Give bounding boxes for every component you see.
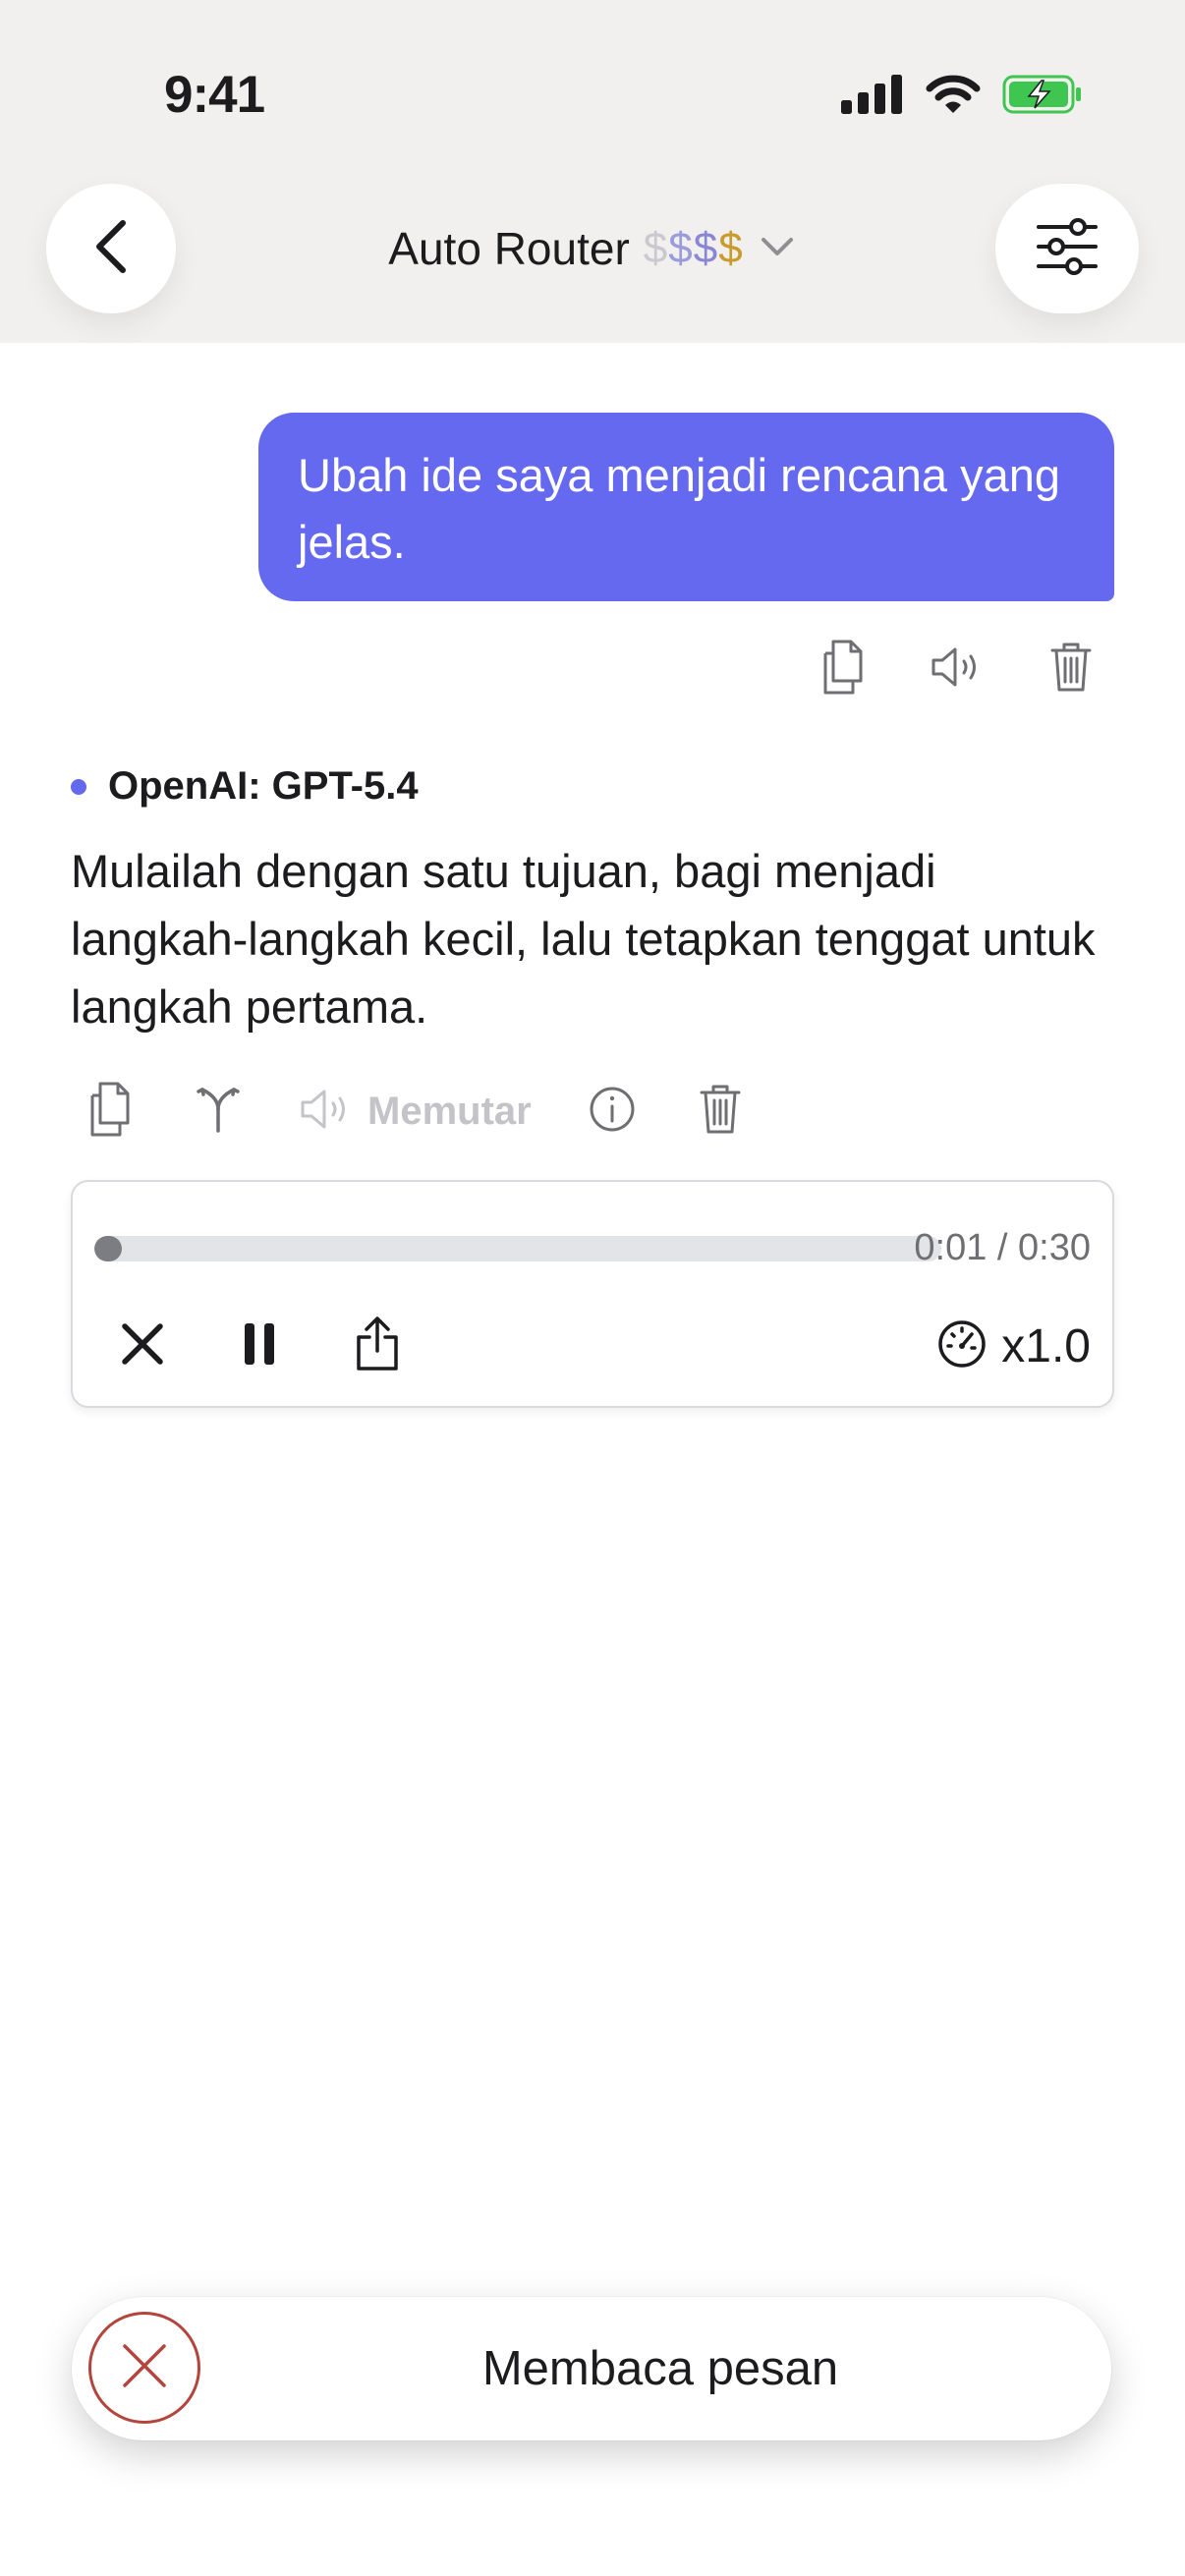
playback-time: 0:01 / 0:30: [914, 1227, 1091, 1268]
audio-player: 0:01 / 0:30 x1.0: [71, 1180, 1114, 1408]
copy-icon: [85, 1080, 136, 1144]
speaker-icon: [930, 645, 985, 694]
assistant-message-text: Mulailah dengan satu tujuan, bagi menjad…: [71, 845, 1096, 1033]
close-player-button[interactable]: [108, 1312, 177, 1380]
sliders-icon: [1035, 217, 1100, 281]
model-label-row: OpenAI: GPT-5.4: [71, 764, 419, 809]
copy-button[interactable]: [83, 1081, 138, 1142]
delete-button[interactable]: [693, 1081, 748, 1142]
playback-progress-fill: [94, 1236, 123, 1261]
wifi-icon: [926, 75, 981, 119]
chat-screen: 9:41 Auto Router $$$$ Ubah ide saya menj…: [0, 0, 1185, 2576]
speaker-icon: [299, 1088, 354, 1136]
close-icon: [119, 2340, 170, 2396]
delete-button[interactable]: [1044, 639, 1099, 700]
model-dot: [71, 778, 86, 795]
playback-progress-bar[interactable]: [94, 1236, 941, 1261]
playing-status[interactable]: Memutar: [299, 1088, 532, 1136]
playback-speed-button[interactable]: x1.0: [936, 1312, 1091, 1380]
top-bar: 9:41 Auto Router $$$$: [0, 0, 1185, 343]
info-icon: [588, 1085, 637, 1139]
branch-button[interactable]: [191, 1081, 246, 1142]
toast-label: Membaca pesan: [481, 2342, 839, 2395]
price-indicator: $$$$: [643, 224, 744, 272]
header-title: Auto Router: [388, 223, 630, 274]
stop-reading-button[interactable]: [88, 2312, 200, 2424]
close-icon: [120, 1321, 165, 1372]
copy-button[interactable]: [816, 639, 871, 700]
playback-speed-label: x1.0: [1001, 1319, 1091, 1372]
user-message-actions: [816, 639, 1099, 700]
model-name: OpenAI: GPT-5.4: [108, 764, 419, 808]
assistant-message-actions: Memutar: [83, 1081, 801, 1142]
chevron-down-icon: [758, 232, 797, 266]
pause-icon: [243, 1321, 276, 1372]
cellular-signal-icon: [841, 75, 904, 119]
pause-button[interactable]: [225, 1312, 294, 1380]
status-time: 9:41: [164, 66, 265, 124]
playing-label: Memutar: [367, 1089, 532, 1133]
reading-status-toast: Membaca pesan: [72, 2297, 1111, 2440]
speak-button[interactable]: [930, 639, 985, 700]
settings-button[interactable]: [995, 184, 1139, 313]
speedometer-icon: [936, 1318, 988, 1374]
share-audio-button[interactable]: [343, 1312, 412, 1380]
trash-icon: [1049, 641, 1093, 699]
share-icon: [354, 1316, 401, 1377]
user-message-bubble[interactable]: Ubah ide saya menjadi rencana yang jelas…: [258, 413, 1114, 601]
battery-charging-icon: [1002, 75, 1083, 119]
user-message-text: Ubah ide saya menjadi rencana yang jelas…: [298, 449, 1061, 568]
copy-icon: [818, 638, 869, 701]
info-button[interactable]: [585, 1081, 640, 1142]
trash-icon: [699, 1083, 742, 1141]
status-icons: [841, 75, 1083, 119]
branch-icon: [195, 1084, 242, 1140]
